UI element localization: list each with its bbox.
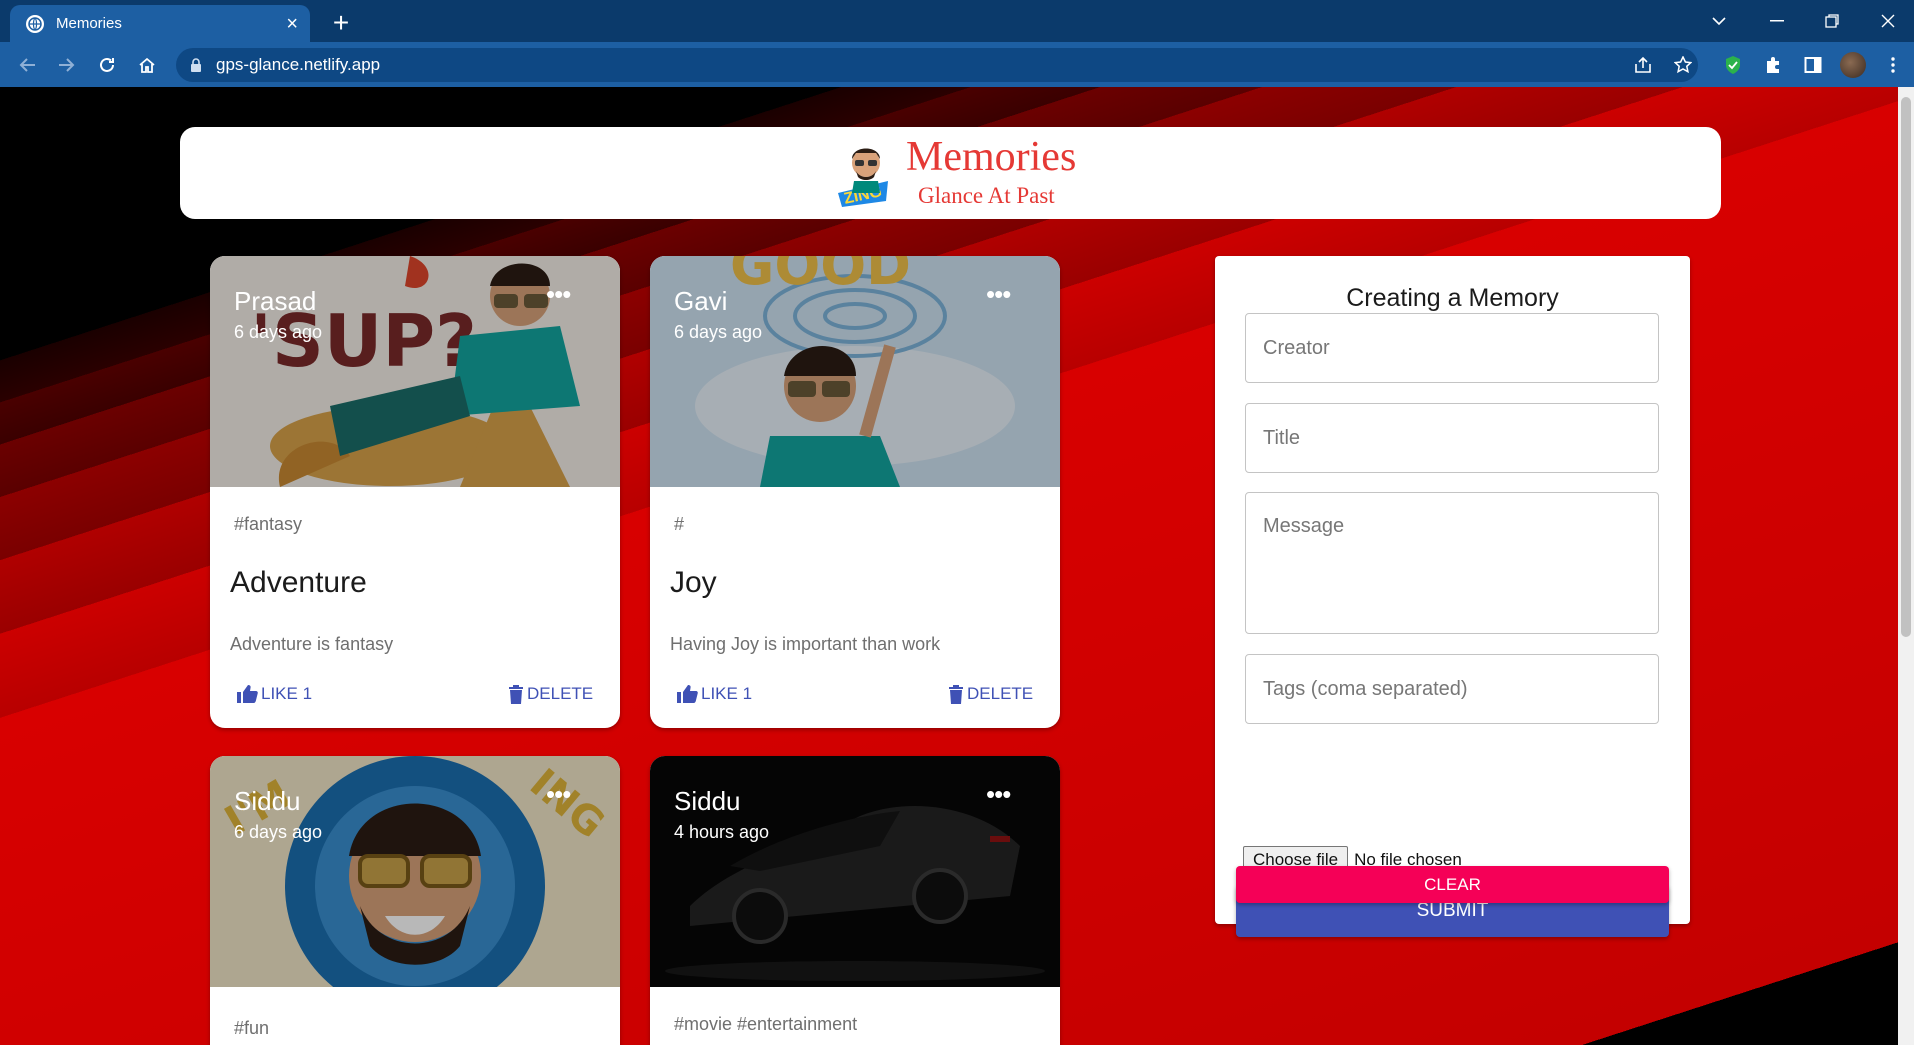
shield-extension-icon[interactable] (1718, 50, 1748, 80)
post-creator: Siddu (234, 786, 301, 816)
url-text: gps-glance.netlify.app (216, 55, 381, 74)
address-bar[interactable]: gps-glance.netlify.app (176, 48, 1698, 82)
post-message: Having Joy is important than work (670, 634, 941, 654)
post-time: 4 hours ago (674, 822, 770, 842)
delete-button[interactable]: DELETE (948, 684, 1033, 704)
browser-toolbar: gps-glance.netlify.app (0, 42, 1914, 87)
post-title: Adventure (230, 566, 367, 599)
tab-close-icon[interactable]: × (286, 14, 298, 34)
app-subtitle: Glance At Past (918, 183, 1055, 208)
trash-icon (949, 685, 963, 704)
profile-avatar[interactable] (1838, 50, 1868, 80)
window-close-icon[interactable] (1866, 0, 1910, 42)
trash-icon (509, 685, 523, 704)
bookmark-star-icon[interactable] (1668, 50, 1698, 80)
post-creator: Siddu (674, 786, 741, 816)
browser-menu-icon[interactable] (1878, 50, 1908, 80)
home-icon[interactable] (132, 50, 162, 80)
minimize-icon[interactable] (1755, 0, 1799, 42)
share-icon[interactable] (1628, 50, 1658, 80)
title-input[interactable] (1245, 403, 1659, 473)
post-card: I'M ING Siddu 6 days ago ••• #fun (210, 756, 620, 1045)
delete-button[interactable]: DELETE (508, 684, 593, 704)
post-message: Adventure is fantasy (230, 634, 394, 654)
form-heading: Creating a Memory (1346, 284, 1559, 312)
more-horiz-icon[interactable]: ••• (546, 281, 576, 307)
delete-label: DELETE (967, 684, 1034, 703)
more-horiz-icon[interactable]: ••• (546, 781, 576, 807)
browser-tab[interactable]: Memories × (10, 5, 310, 42)
more-horiz-icon[interactable]: ••• (986, 281, 1016, 307)
tab-search-icon[interactable] (1697, 0, 1741, 42)
post-tags: #fun (234, 1018, 270, 1038)
avatar (1840, 52, 1866, 78)
like-button[interactable]: LIKE 1 (236, 684, 312, 704)
tags-input[interactable] (1245, 654, 1659, 724)
app-title: Memories (906, 134, 1077, 180)
thumb-up-icon (677, 685, 698, 703)
memoji-logo-icon: ZING (828, 137, 900, 209)
like-label: LIKE 1 (261, 684, 313, 703)
thumb-up-icon (237, 685, 258, 703)
post-creator: Prasad (234, 286, 317, 316)
post-tags: #fantasy (234, 514, 303, 534)
post-card: 'SUP? Prasad 6 days ago ••• #fantasy Adv… (210, 256, 620, 728)
post-tags: #movie #entertainment (674, 1014, 858, 1034)
browser-tab-strip: Memories × + (0, 0, 1914, 42)
more-horiz-icon[interactable]: ••• (986, 781, 1016, 807)
side-panel-icon[interactable] (1798, 50, 1828, 80)
post-card: Siddu 4 hours ago ••• #movie #entertainm… (650, 756, 1060, 1045)
delete-label: DELETE (527, 684, 594, 703)
tab-title: Memories (56, 15, 122, 32)
post-card: GOOD Gavi 6 days ago ••• # Joy Having Jo… (650, 256, 1060, 728)
clear-button[interactable]: CLEAR (1236, 866, 1669, 903)
post-time: 6 days ago (674, 322, 763, 342)
scrollbar-thumb[interactable] (1901, 97, 1911, 637)
new-tab-button[interactable]: + (326, 8, 356, 38)
back-arrow-icon[interactable] (12, 50, 42, 80)
creator-input[interactable] (1245, 313, 1659, 383)
globe-icon (26, 14, 44, 33)
restore-icon[interactable] (1810, 0, 1854, 42)
post-tags: # (674, 514, 685, 534)
forward-arrow-icon[interactable] (52, 50, 82, 80)
post-title: Joy (670, 566, 717, 599)
post-time: 6 days ago (234, 322, 323, 342)
page-scrollbar[interactable] (1898, 87, 1914, 1045)
extensions-puzzle-icon[interactable] (1758, 50, 1788, 80)
post-time: 6 days ago (234, 822, 323, 842)
like-label: LIKE 1 (701, 684, 753, 703)
app-header: ZING Memories Glance At Past (180, 127, 1721, 219)
post-creator: Gavi (674, 286, 728, 316)
reload-icon[interactable] (92, 50, 122, 80)
like-button[interactable]: LIKE 1 (676, 684, 752, 704)
message-input[interactable] (1245, 492, 1659, 634)
lock-icon (190, 58, 202, 72)
memory-form: Creating a Memory Choose file No file ch… (1215, 256, 1690, 937)
